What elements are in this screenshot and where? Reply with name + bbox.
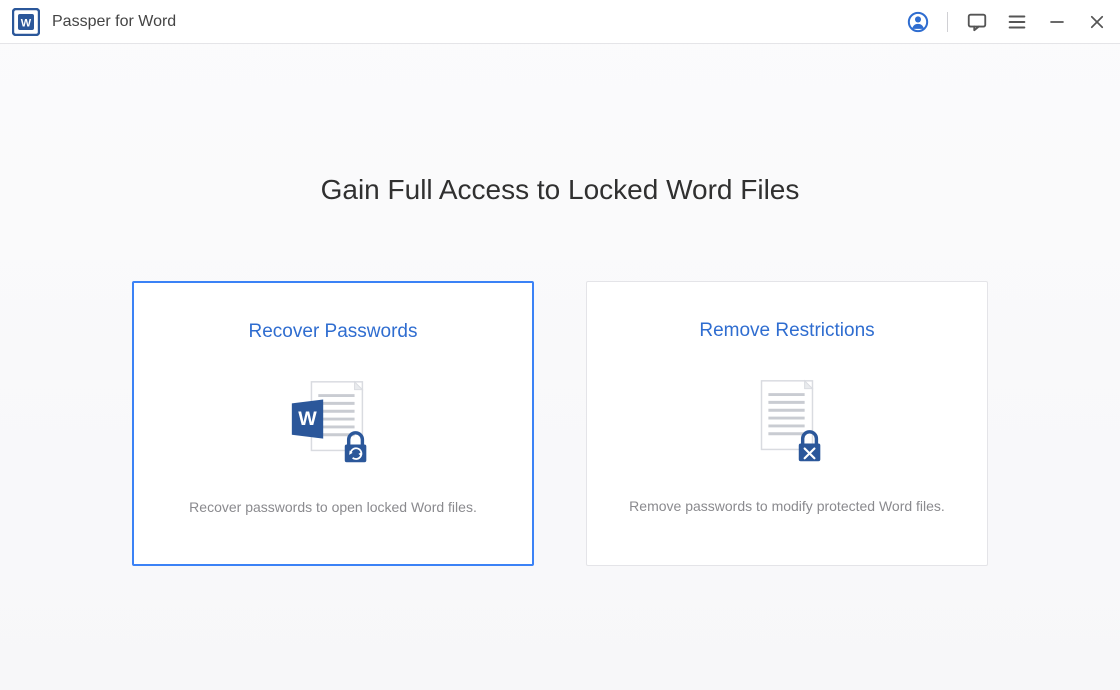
main-content: Gain Full Access to Locked Word Files Re… bbox=[0, 44, 1120, 566]
minimize-button[interactable] bbox=[1046, 11, 1068, 33]
card-title-remove: Remove Restrictions bbox=[699, 320, 874, 342]
option-cards: Recover Passwords W bbox=[132, 281, 988, 566]
card-desc-recover: Recover passwords to open locked Word fi… bbox=[161, 497, 505, 518]
title-bar: W Passper for Word bbox=[0, 0, 1120, 44]
page-heading: Gain Full Access to Locked Word Files bbox=[321, 174, 800, 206]
svg-text:W: W bbox=[21, 17, 32, 29]
window-controls bbox=[907, 11, 1108, 33]
remove-restrictions-illustration bbox=[737, 372, 837, 472]
divider bbox=[947, 12, 948, 32]
recover-passwords-illustration: W bbox=[283, 373, 383, 473]
app-title: Passper for Word bbox=[52, 13, 176, 31]
menu-icon[interactable] bbox=[1006, 11, 1028, 33]
close-button[interactable] bbox=[1086, 11, 1108, 33]
feedback-icon[interactable] bbox=[966, 11, 988, 33]
app-icon: W bbox=[12, 8, 40, 36]
remove-restrictions-card[interactable]: Remove Restrictions bbox=[586, 281, 988, 566]
account-icon[interactable] bbox=[907, 11, 929, 33]
svg-text:W: W bbox=[298, 408, 317, 430]
recover-passwords-card[interactable]: Recover Passwords W bbox=[132, 281, 534, 566]
card-desc-remove: Remove passwords to modify protected Wor… bbox=[601, 496, 973, 517]
card-title-recover: Recover Passwords bbox=[249, 321, 418, 343]
